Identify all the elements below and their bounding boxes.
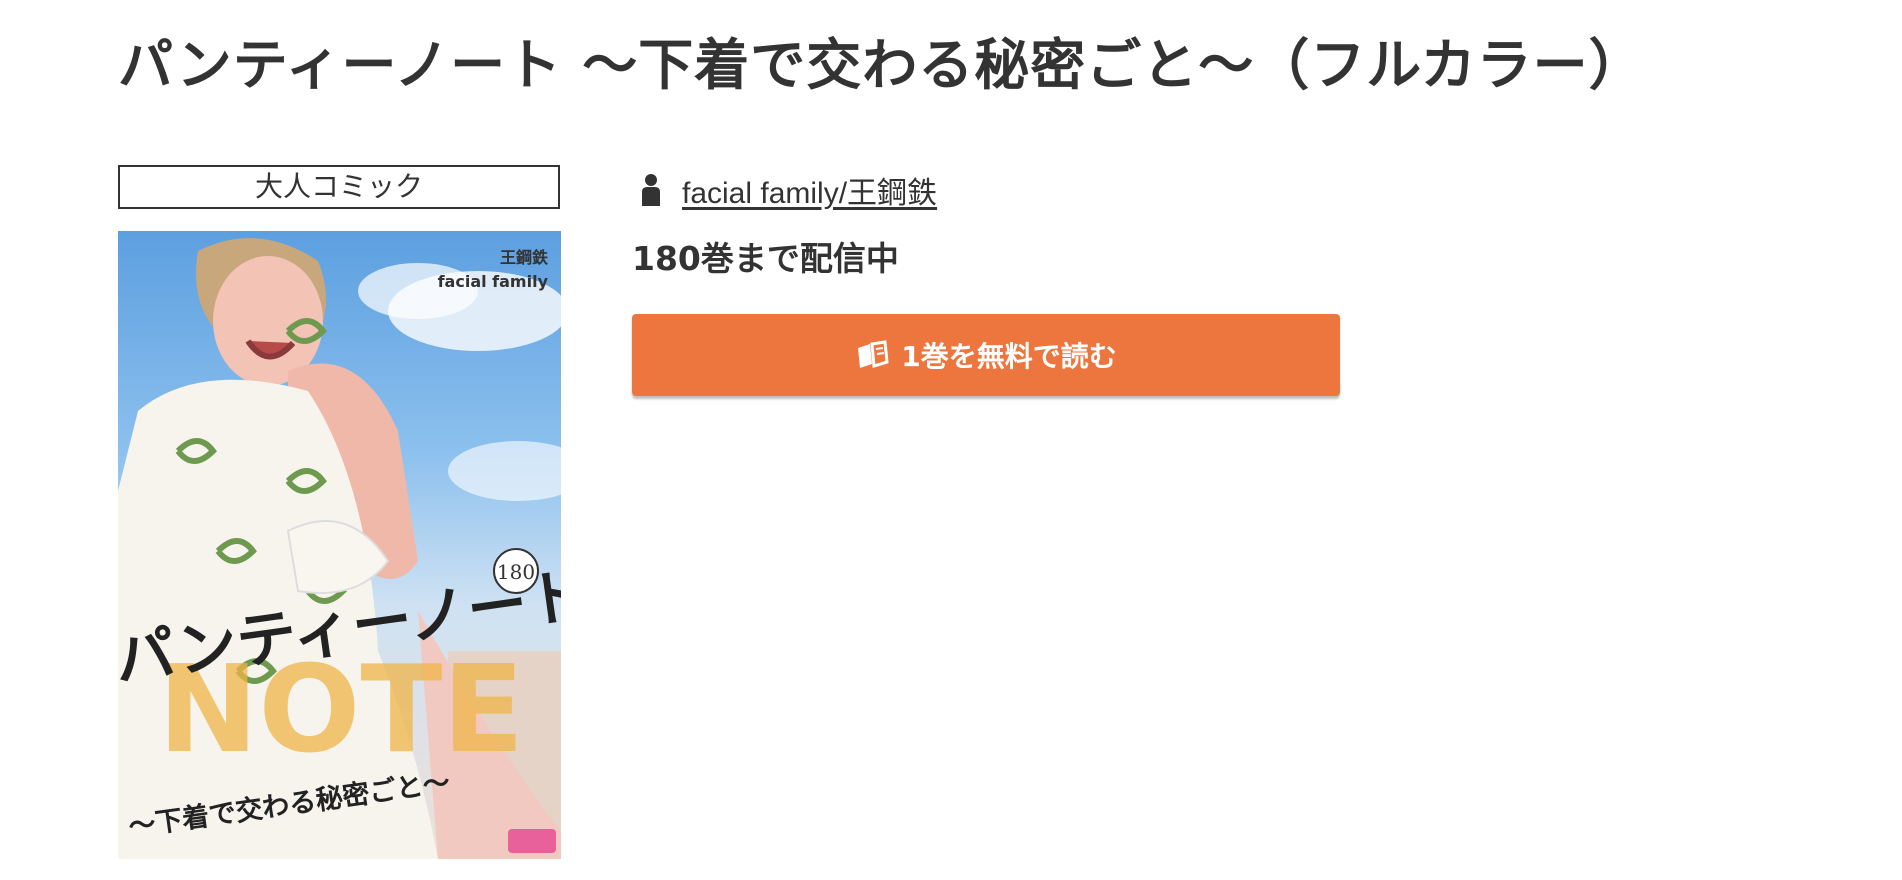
read-free-button-label: 1巻を無料で読む: [901, 340, 1117, 373]
author-link[interactable]: facial family/王鋼鉄: [682, 168, 937, 212]
cover-credit-original: 王鋼鉄: [500, 248, 548, 267]
person-icon: [640, 174, 662, 206]
open-book-icon: [855, 340, 889, 370]
cover-credit-art: facial family: [438, 272, 549, 291]
author-row: facial family/王鋼鉄: [640, 168, 937, 212]
cover-image[interactable]: 王鋼鉄 facial family 180 NOTE パンティーノート ～下着で…: [118, 231, 561, 859]
cover-illustration: 王鋼鉄 facial family 180 NOTE パンティーノート ～下着で…: [118, 238, 561, 859]
volume-status: 180巻まで配信中: [632, 239, 899, 278]
read-free-button[interactable]: 1巻を無料で読む: [632, 314, 1340, 396]
page-title: パンティーノート ～下着で交わる秘密ごと～（フルカラー）: [118, 33, 1645, 97]
genre-badge[interactable]: 大人コミック: [118, 165, 560, 209]
